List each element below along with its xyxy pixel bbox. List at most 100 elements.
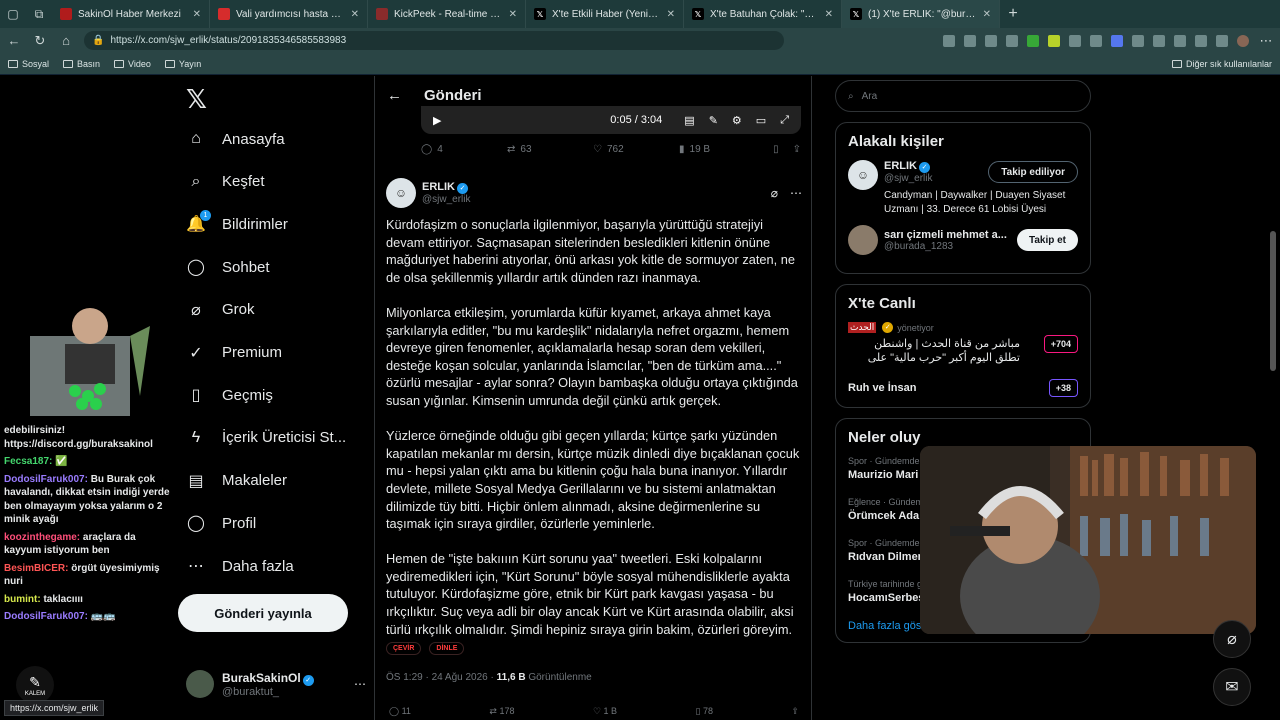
like-button[interactable]: ♡ 762 [593, 144, 679, 155]
reload-icon[interactable]: ↻ [32, 33, 48, 49]
avatar[interactable] [848, 225, 878, 255]
browser-tab[interactable]: SakinOl Haber Merkezi ✕ [52, 0, 210, 28]
back-arrow-icon[interactable]: ← [387, 87, 402, 104]
avatar[interactable]: ☺ [386, 178, 416, 208]
extension-icon[interactable] [943, 34, 955, 47]
person-card[interactable]: sarı çizmeli mehmet a... @burada_1283 Ta… [848, 225, 1078, 255]
browser-tab[interactable]: Vali yardımcısı hasta kılığında acile ✕ [210, 0, 368, 28]
tweet-author-name[interactable]: ERLIK ✓ [422, 181, 471, 194]
more-icon[interactable]: ⋯ [354, 677, 366, 691]
premium-icon: ✓ [189, 344, 203, 362]
share-icon[interactable]: ⇪ [793, 144, 801, 155]
messages-fab-icon[interactable]: ✉ [1213, 668, 1251, 706]
extension-icon[interactable] [1090, 34, 1102, 47]
extension-icon[interactable] [964, 34, 976, 47]
search-input[interactable]: ⌕ Ara [835, 80, 1091, 112]
sidebar-item-search[interactable]: ⌕ Keşfet [186, 165, 265, 199]
sidebar-item-bookmark[interactable]: ▯ Geçmiş [186, 378, 273, 412]
browser-tab[interactable]: 𝕏 (1) X'te ERLIK: "@burada_1283 @s ✕ [842, 0, 1000, 28]
url-input[interactable]: 🔒 https://x.com/sjw_erlik/status/2091835… [84, 31, 784, 50]
bookmark-folder[interactable]: Video [114, 59, 151, 69]
browser-tab[interactable]: KickPeek - Real-time URL Crawler ✕ [368, 0, 526, 28]
page-scrollbar[interactable] [1270, 231, 1276, 371]
tweet-author-handle[interactable]: @sjw_erlik [422, 194, 471, 205]
tweet-meta: ÖS 1:29 · 24 Ağu 2026 · 11,6 B Görüntüle… [386, 672, 592, 683]
repost-button[interactable]: ⇄ 178 [489, 706, 514, 717]
extension-icon[interactable] [1132, 34, 1144, 47]
person-name[interactable]: ERLIK ✓ [884, 160, 933, 173]
profile-avatar[interactable] [1237, 34, 1249, 47]
grok-fab-icon[interactable]: ⌀ [1213, 620, 1251, 658]
extension-icon[interactable] [1153, 34, 1165, 47]
follow-button[interactable]: Takip et [1016, 229, 1078, 251]
sidebar-item-home[interactable]: ⌂ Anasayfa [186, 122, 285, 156]
sidebar-item-lightning[interactable]: ϟ İçerik Üreticisi St... [186, 421, 346, 455]
translate-button[interactable]: ÇEVİR [386, 642, 422, 655]
chat-message: BesimBICER: örgüt üyesimiymiş nuri [4, 562, 172, 589]
sidebar-item-premium[interactable]: ✓ Premium [186, 336, 282, 370]
extension-icon[interactable] [985, 34, 997, 47]
tab-actions-icon[interactable]: ⧉ [26, 0, 52, 28]
post-button[interactable]: Gönderi yayınla [178, 594, 348, 632]
sidebar-item-article[interactable]: ▤ Makaleler [186, 464, 287, 498]
pip-icon[interactable]: ▭ [756, 114, 766, 127]
more-icon[interactable]: ⋯ [790, 186, 802, 200]
sidebar-item-chat[interactable]: ◯ Sohbet [186, 250, 270, 284]
close-icon[interactable]: ✕ [983, 9, 991, 20]
close-icon[interactable]: ✕ [825, 9, 833, 20]
reply-button[interactable]: ◯ 11 [389, 706, 411, 717]
bookmark-folder[interactable]: Basın [63, 59, 100, 69]
bookmark-folder[interactable]: Yayın [164, 59, 201, 69]
close-icon[interactable]: ✕ [193, 9, 201, 20]
fullscreen-icon[interactable]: ⤢ [780, 114, 789, 127]
bookmark-icon[interactable]: ▯ [773, 144, 779, 155]
browser-tab[interactable]: 𝕏 X'te Etkili Haber (Yeni): "Bir belediy ✕ [526, 0, 684, 28]
extension-icon[interactable] [1216, 34, 1228, 47]
play-icon[interactable]: ▶ [433, 114, 441, 127]
sidebar-item-label: Anasayfa [222, 130, 285, 148]
extension-icon[interactable] [1174, 34, 1186, 47]
following-button[interactable]: Takip ediliyor [988, 161, 1078, 183]
live-item[interactable]: الحدث ✓ yönetiyor مباشر من قناة الحدث | وا… [848, 322, 1078, 365]
sidebar-item-bell[interactable]: 🔔 1 Bildirimler [186, 207, 288, 241]
account-switcher[interactable]: BurakSakinOl ✓ @buraktut_ ⋯ [186, 666, 366, 702]
sidebar-item-profile[interactable]: ◯ Profil [186, 506, 256, 540]
avatar[interactable]: ☺ [848, 160, 878, 190]
close-icon[interactable]: ✕ [351, 9, 359, 20]
settings-icon[interactable]: ⚙ [732, 114, 742, 127]
person-card[interactable]: ☺ ERLIK ✓ @sjw_erlik Takip ediliyor Candy… [848, 160, 1078, 217]
extension-icon[interactable] [1069, 34, 1081, 47]
grok-icon[interactable]: ⌀ [771, 186, 778, 200]
listen-button[interactable]: DİNLE [429, 642, 465, 655]
menu-icon[interactable]: ⋯ [1258, 33, 1274, 49]
extension-icon[interactable] [1048, 34, 1060, 47]
reply-button[interactable]: ◯ 4 [421, 144, 507, 155]
other-bookmarks[interactable]: Diğer sık kullanılanlar [1171, 59, 1272, 69]
live-item[interactable]: Ruh ve İnsan +38 [848, 379, 1078, 397]
sidebar-item-more[interactable]: ⋯ Daha fazla [186, 549, 294, 583]
close-icon[interactable]: ✕ [509, 9, 517, 20]
extension-icon[interactable] [1195, 34, 1207, 47]
bookmark-folder[interactable]: Sosyal [8, 59, 49, 69]
new-tab-button[interactable]: + [1000, 5, 1026, 23]
views-button[interactable]: ▮ 19 B [679, 144, 765, 155]
share-icon[interactable]: ⇪ [791, 706, 799, 717]
repost-button[interactable]: ⇄ 63 [507, 144, 593, 155]
extension-icon[interactable] [1111, 34, 1123, 47]
extension-icon[interactable] [1027, 34, 1039, 47]
related-people-panel: Alakalı kişiler ☺ ERLIK ✓ @sjw_erlik Taki… [835, 122, 1091, 274]
chat-message: Fecsa187: ✅ [4, 455, 172, 469]
sidebar-item-grok[interactable]: ⌀ Grok [186, 293, 254, 327]
like-button[interactable]: ♡ 1 B [593, 706, 617, 717]
back-icon[interactable]: ← [6, 33, 22, 48]
star-icon[interactable] [1006, 34, 1018, 47]
browser-tab[interactable]: 𝕏 X'te Batuhan Çolak: "PKK'lı Çetin A ✕ [684, 0, 842, 28]
bookmark-button[interactable]: ▯ 78 [696, 706, 713, 717]
x-logo-icon[interactable]: 𝕏 [186, 84, 216, 114]
close-icon[interactable]: ✕ [667, 9, 675, 20]
person-name[interactable]: sarı çizmeli mehmet a... [884, 229, 1007, 241]
mute-icon[interactable]: ✎ [709, 114, 718, 127]
workspace-icon[interactable]: ▢ [0, 0, 26, 28]
home-browser-icon[interactable]: ⌂ [58, 33, 74, 48]
captions-icon[interactable]: ▤ [684, 114, 694, 127]
